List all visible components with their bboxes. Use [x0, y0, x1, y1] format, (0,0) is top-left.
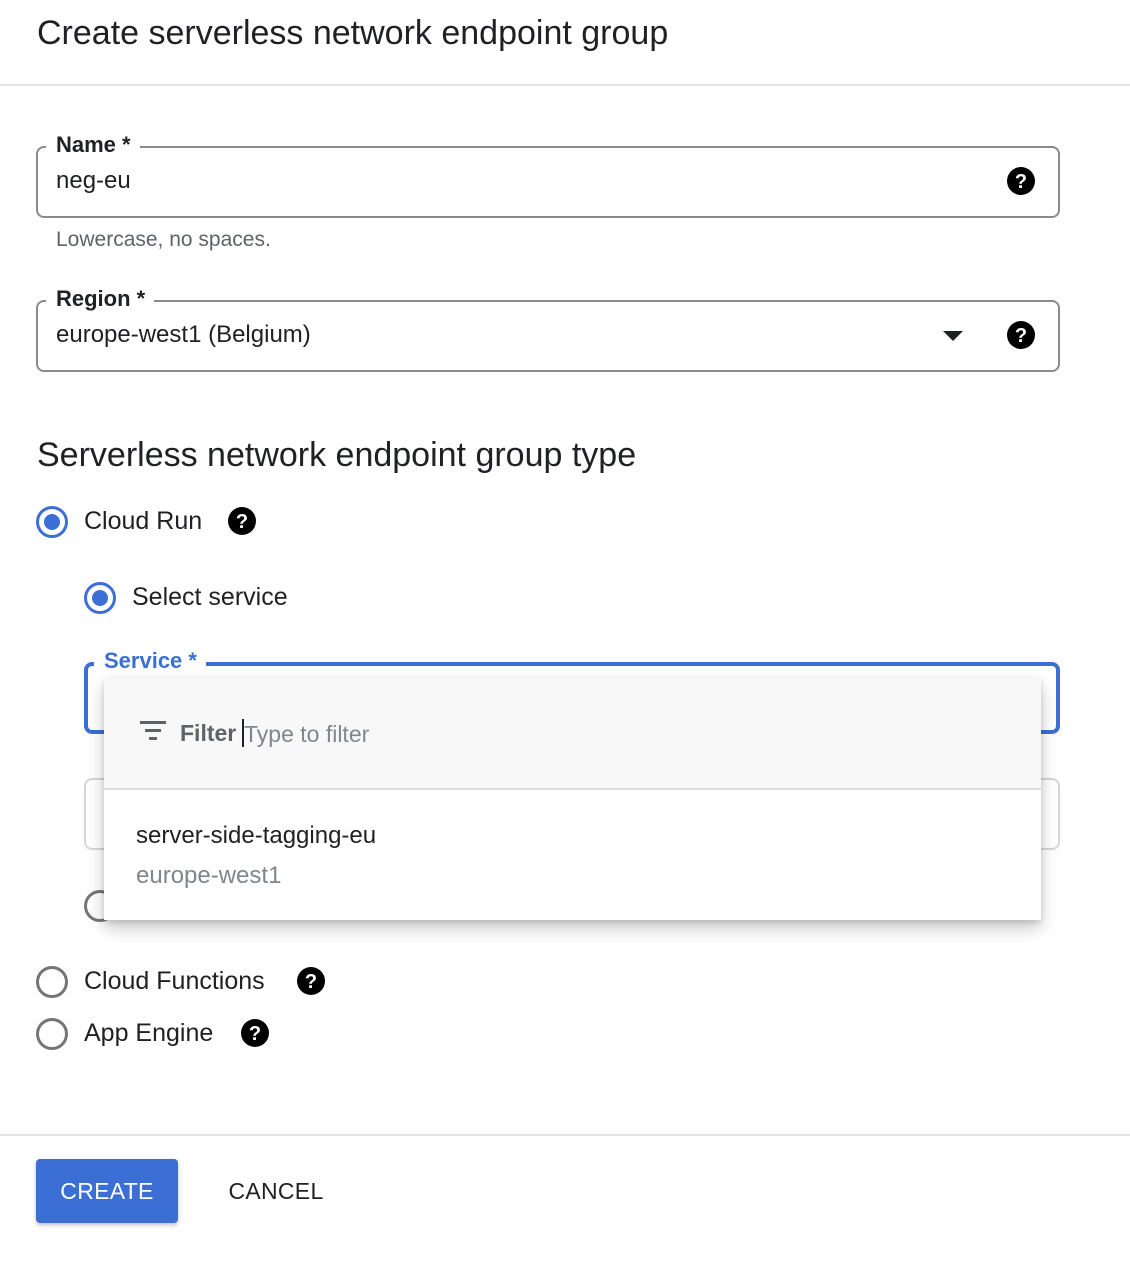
svg-text:?: ? — [305, 971, 317, 993]
service-field-label: Service * — [94, 648, 206, 674]
svg-text:?: ? — [249, 1023, 261, 1045]
select-service-radio[interactable] — [84, 582, 116, 614]
page-title: Create serverless network endpoint group — [37, 14, 669, 52]
help-circle-icon[interactable]: ? — [1006, 320, 1036, 350]
app-engine-radio[interactable] — [36, 1018, 68, 1050]
service-dropdown-panel: Filter server-side-tagging-eu europe-wes… — [104, 678, 1041, 920]
footer-divider — [0, 1134, 1130, 1136]
create-button[interactable]: CREATE — [36, 1159, 178, 1223]
app-engine-label[interactable]: App Engine — [84, 1019, 213, 1048]
svg-text:?: ? — [1015, 171, 1027, 193]
service-option[interactable]: server-side-tagging-eu europe-west1 — [104, 792, 1041, 920]
region-select-value[interactable]: europe-west1 (Belgium) — [56, 321, 311, 349]
select-service-label[interactable]: Select service — [132, 583, 288, 612]
help-circle-icon[interactable]: ? — [227, 506, 257, 536]
help-circle-icon[interactable]: ? — [1006, 166, 1036, 196]
cloud-run-label[interactable]: Cloud Run — [84, 507, 202, 536]
name-input-value[interactable]: neg-eu — [56, 167, 131, 195]
cloud-functions-radio[interactable] — [36, 966, 68, 998]
section-heading: Serverless network endpoint group type — [37, 436, 637, 474]
help-circle-icon[interactable]: ? — [296, 966, 326, 996]
name-field-label: Name * — [46, 132, 140, 158]
filter-bar: Filter — [104, 678, 1041, 790]
service-option-name: server-side-tagging-eu — [136, 822, 377, 849]
help-circle-icon[interactable]: ? — [240, 1018, 270, 1048]
name-field[interactable] — [36, 146, 1060, 218]
cancel-button[interactable]: CANCEL — [210, 1159, 342, 1223]
filter-list-icon — [140, 720, 166, 742]
svg-text:?: ? — [236, 511, 248, 533]
region-field-label: Region * — [46, 286, 155, 312]
cloud-functions-label[interactable]: Cloud Functions — [84, 967, 265, 996]
header-divider — [0, 84, 1130, 86]
arrow-drop-down-icon[interactable] — [943, 331, 963, 341]
name-hint: Lowercase, no spaces. — [56, 228, 271, 251]
svg-text:?: ? — [1015, 325, 1027, 347]
filter-label: Filter — [180, 720, 237, 746]
cloud-run-radio[interactable] — [36, 506, 68, 538]
service-option-region: europe-west1 — [136, 862, 282, 889]
filter-input[interactable] — [244, 716, 944, 752]
